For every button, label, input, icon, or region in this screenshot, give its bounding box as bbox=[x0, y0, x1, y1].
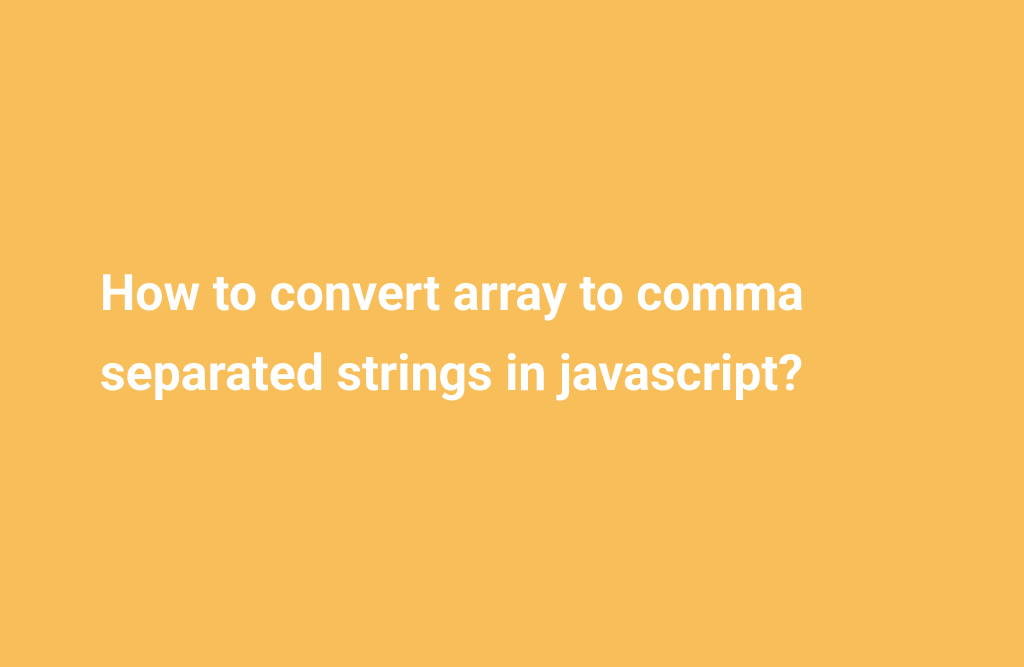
page-heading: How to convert array to comma separated … bbox=[100, 254, 920, 414]
